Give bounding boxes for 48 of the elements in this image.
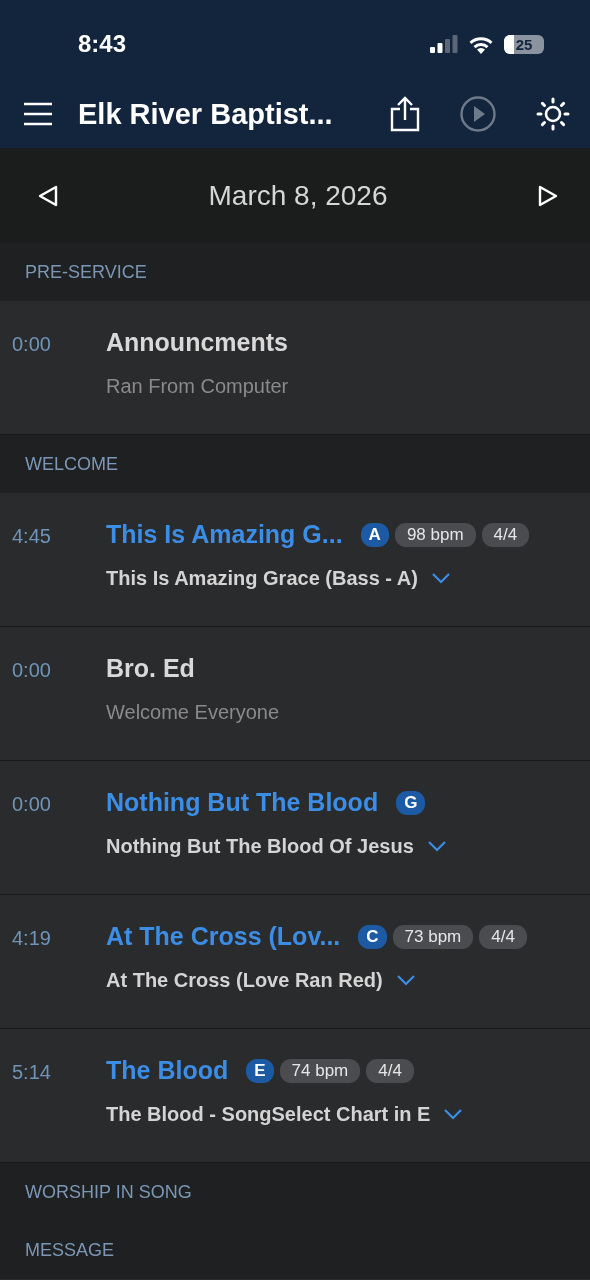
play-icon[interactable] [460,96,496,132]
song-title: At The Cross (Lov... [106,922,341,951]
key-badge: G [396,790,426,815]
chevron-down-icon[interactable] [444,1109,463,1120]
meter-badge: 4/4 [366,1058,414,1083]
brightness-icon[interactable] [536,97,570,131]
song-title: The Blood [106,1056,229,1085]
menu-icon[interactable] [24,102,52,126]
key-badge: A [360,522,389,547]
item-duration: 4:19 [12,927,51,949]
chevron-down-icon[interactable] [396,975,415,986]
service-date: March 8, 2026 [208,179,388,212]
share-icon[interactable] [390,96,420,132]
next-icon[interactable] [538,184,558,207]
section-header: WORSHIP IN SONG [0,1163,590,1221]
item-duration: 5:14 [12,1061,51,1083]
item-duration: 0:00 [12,659,51,681]
song-title: This Is Amazing G... [106,520,343,549]
chevron-down-icon[interactable] [431,573,450,584]
chevron-down-icon[interactable] [427,841,446,852]
item-description: Ran From Computer [106,375,289,398]
wifi-icon [468,34,494,54]
item-title: Announcments [106,328,288,357]
signal-icon [430,35,458,53]
arrangement-name: This Is Amazing Grace (Bass - A) [106,567,418,590]
tempo-badge: 73 bpm [392,924,474,949]
key-badge: E [246,1058,274,1083]
battery-icon: 25 [504,34,544,54]
church-name: Elk River Baptist... [78,97,334,131]
meter-badge: 4/4 [481,522,530,547]
item-duration: 4:45 [12,525,51,547]
tempo-badge: 98 bpm [394,522,476,547]
item-title: Bro. Ed [106,654,195,683]
arrangement-name: The Blood - SongSelect Chart in E [106,1103,431,1126]
meter-badge: 4/4 [479,924,527,949]
arrangement-name: At The Cross (Love Ran Red) [106,969,383,992]
item-duration: 0:00 [12,333,51,355]
previous-icon[interactable] [38,184,58,207]
item-description: Welcome Everyone [106,701,280,724]
section-header: WELCOME [0,435,590,493]
arrangement-name: Nothing But The Blood Of Jesus [106,835,414,858]
key-badge: C [358,924,387,949]
section-header: PRE-SERVICE [0,243,590,301]
status-time: 8:43 [78,30,128,58]
song-title: Nothing But The Blood [106,788,379,817]
item-duration: 0:00 [12,793,51,815]
section-header: MESSAGE [0,1221,590,1279]
tempo-badge: 74 bpm [279,1058,361,1083]
